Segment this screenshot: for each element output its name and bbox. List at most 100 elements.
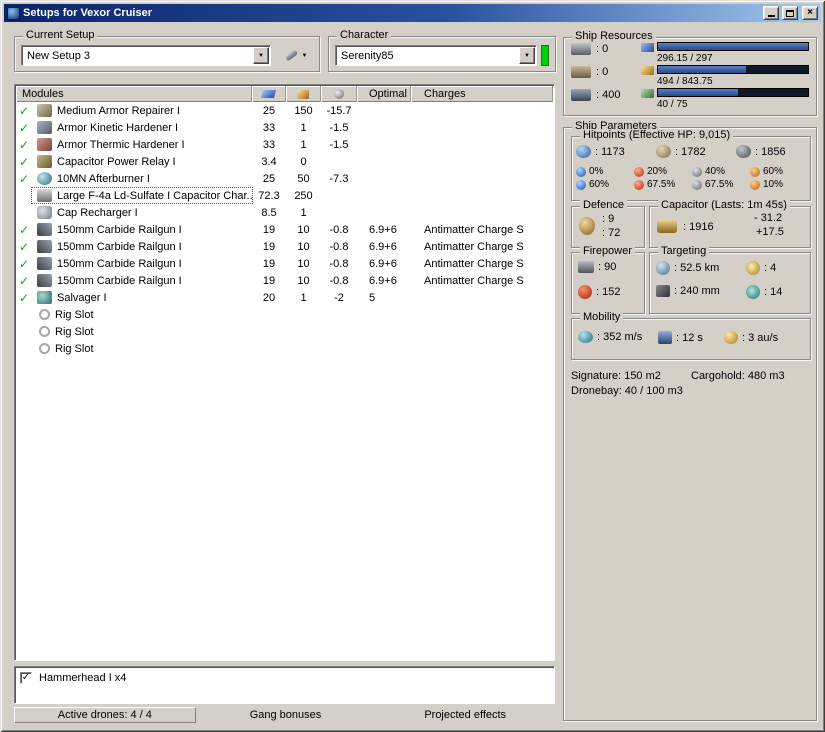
character-combo[interactable]: Serenity85 ▼	[335, 45, 537, 66]
module-optimal: 6.9+6	[369, 257, 397, 270]
module-pg: 1	[300, 291, 307, 304]
titlebar[interactable]: Setups for Vexor Cruiser ×	[4, 4, 821, 22]
maximize-button[interactable]	[782, 6, 798, 20]
calibration-icon	[571, 88, 591, 101]
warp-value: : 3 au/s	[742, 331, 779, 344]
drone-bandwidth-bar-text: 40 / 75	[657, 99, 688, 110]
capacitor-recharge: +17.5	[756, 226, 784, 238]
dps-icon	[578, 285, 592, 299]
modules-header-capacitor[interactable]	[321, 86, 357, 102]
module-charges: Antimatter Charge S	[424, 274, 524, 287]
dronebay-text: Dronebay: 40 / 100 m3	[571, 385, 683, 397]
module-row[interactable]: ✓ Medium Armor Repairer I 25 150 -15.7	[16, 102, 553, 119]
gang-bonuses-tab[interactable]: Gang bonuses	[196, 707, 376, 723]
module-cpu: 3.4	[261, 155, 277, 168]
railgun-icon	[37, 274, 52, 287]
check-icon: ✓	[21, 671, 31, 683]
module-cpu: 19	[262, 274, 276, 287]
module-row[interactable]: Cap Recharger I 8.5 1	[16, 204, 553, 221]
module-row[interactable]: ✓ 10MN Afterburner I 25 50 -7.3	[16, 170, 553, 187]
module-row-selected[interactable]: Large F-4a Ld-Sulfate I Capacitor Char..…	[16, 187, 553, 204]
explosive-damage-icon	[750, 166, 760, 177]
drone-checkbox[interactable]: ✓	[20, 671, 32, 684]
sensor-strength-stat: : 14	[746, 285, 782, 299]
module-cpu: 25	[262, 104, 276, 117]
max-targets-icon	[746, 261, 760, 275]
targeting-range-icon	[656, 261, 670, 275]
dropdown-arrow-icon: ▼	[524, 52, 530, 59]
rig-slot-row[interactable]: Rig Slot	[16, 306, 553, 323]
character-combo-arrow[interactable]: ▼	[519, 47, 535, 64]
setup-combo-arrow[interactable]: ▼	[253, 47, 269, 64]
explosive-damage-icon	[750, 179, 760, 190]
module-name: 150mm Carbide Railgun I	[57, 257, 182, 270]
module-cpu: 20	[262, 291, 276, 304]
drone-item[interactable]: ✓ Hammerhead I x4	[20, 670, 549, 685]
module-pg: 1	[300, 138, 307, 151]
module-row[interactable]: ✓ Armor Thermic Hardener I 33 1 -1.5	[16, 136, 553, 153]
module-row[interactable]: ✓ Armor Kinetic Hardener I 33 1 -1.5	[16, 119, 553, 136]
module-name: Capacitor Power Relay I	[57, 155, 176, 168]
module-name: Rig Slot	[55, 308, 94, 321]
modules-header-optimal[interactable]: Optimal	[357, 86, 411, 102]
cpu-bar	[657, 42, 809, 51]
module-name: Armor Kinetic Hardener I	[57, 121, 179, 134]
kinetic-shield-resist: 40%	[705, 166, 726, 177]
module-cap: -2	[334, 291, 344, 304]
module-name: Large F-4a Ld-Sulfate I Capacitor Char..…	[57, 189, 252, 202]
module-name: 150mm Carbide Railgun I	[57, 274, 182, 287]
setup-tools-button[interactable]: ▼	[277, 46, 315, 65]
module-name: 150mm Carbide Railgun I	[57, 240, 182, 253]
modules-header-cpu[interactable]	[252, 86, 286, 102]
rig-slot-row[interactable]: Rig Slot	[16, 340, 553, 357]
modules-header-name[interactable]: Modules	[16, 86, 252, 102]
module-row[interactable]: ✓ Capacitor Power Relay I 3.4 0	[16, 153, 553, 170]
volley-stat: : 90	[578, 261, 616, 273]
armor-icon	[656, 145, 671, 158]
targeting-label: Targeting	[658, 245, 710, 257]
module-row[interactable]: ✓ 150mm Carbide Railgun I 19 10 -0.8 6.9+6 Ant…	[16, 255, 553, 272]
setup-combo[interactable]: New Setup 3 ▼	[21, 45, 271, 66]
align-stat: : 12 s	[658, 331, 703, 344]
minimize-button[interactable]	[763, 6, 779, 20]
module-cap: -7.3	[329, 172, 349, 185]
signature-text: Signature: 150 m2	[571, 370, 661, 382]
module-row[interactable]: ✓ Salvager I 20 1 -2 5	[16, 289, 553, 306]
calibration: : 400	[571, 88, 620, 101]
modules-list: Modules Optimal Charges ✓ Medium Armor Re…	[14, 84, 555, 661]
cpu-bar-fill	[658, 43, 808, 50]
module-active-check: ✓	[18, 137, 30, 152]
module-row[interactable]: ✓ 150mm Carbide Railgun I 19 10 -0.8 6.9+6 Ant…	[16, 238, 553, 255]
rig-slot-icon	[39, 343, 50, 354]
module-cpu: 19	[262, 240, 276, 253]
active-drones-tab[interactable]: Active drones: 4 / 4	[14, 707, 196, 723]
cpu-resource: 296.15 / 297	[641, 42, 811, 64]
hitpoints-group: Hitpoints (Effective HP: 9,015) : 1173 :…	[571, 129, 811, 201]
ship-resources-label: Ship Resources	[572, 30, 656, 42]
setup-combo-value: New Setup 3	[27, 49, 90, 62]
projected-effects-tab[interactable]: Projected effects	[375, 707, 555, 723]
powergrid-column-icon	[297, 89, 309, 99]
firepower-group: Firepower : 90 : 152	[571, 245, 645, 314]
close-button[interactable]: ×	[802, 6, 818, 20]
powergrid-resource: 494 / 843.75	[641, 65, 811, 87]
defence-label: Defence	[580, 199, 627, 211]
modules-header-charges[interactable]: Charges	[411, 86, 553, 102]
module-name: Rig Slot	[55, 342, 94, 355]
shield-icon	[576, 145, 591, 158]
module-row[interactable]: ✓ 150mm Carbide Railgun I 19 10 -0.8 6.9+6 Ant…	[16, 221, 553, 238]
capacitor-column-icon	[333, 89, 344, 99]
module-active-check: ✓	[18, 222, 30, 237]
mobility-group: Mobility : 352 m/s : 12 s : 3 au/s	[571, 311, 811, 360]
character-group: Character Serenity85 ▼	[328, 29, 556, 72]
module-active-check: ✓	[18, 239, 30, 254]
module-name: Cap Recharger I	[57, 206, 138, 219]
capacitor-peak-drain: - 31.2	[754, 212, 783, 224]
module-name: Armor Thermic Hardener I	[57, 138, 185, 151]
rig-slot-row[interactable]: Rig Slot	[16, 323, 553, 340]
modules-header-powergrid[interactable]	[286, 86, 321, 102]
character-label: Character	[337, 29, 392, 41]
em-damage-icon	[576, 179, 586, 190]
module-row[interactable]: ✓ 150mm Carbide Railgun I 19 10 -0.8 6.9+6 Ant…	[16, 272, 553, 289]
align-value: : 12 s	[676, 331, 703, 344]
